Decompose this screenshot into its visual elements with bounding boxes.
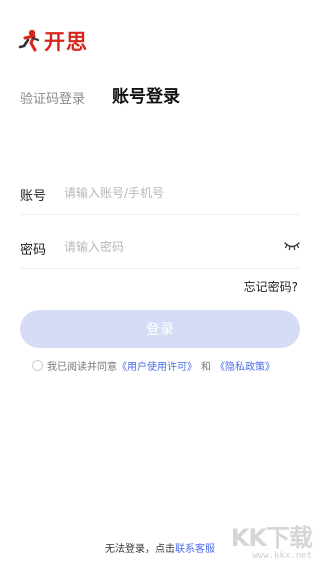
app-logo: 开思	[16, 26, 88, 56]
watermark: KK下载 www.kkx.net	[230, 518, 313, 561]
forgot-password-link[interactable]: 忘记密码?	[244, 278, 298, 295]
account-input[interactable]	[62, 180, 276, 206]
password-input[interactable]	[62, 234, 276, 260]
contact-support-link[interactable]: 联系客服	[175, 544, 215, 555]
user-license-link[interactable]: 《用户使用许可》	[117, 358, 197, 373]
password-row: 密码	[20, 224, 300, 269]
agreement-and: 和	[201, 362, 211, 373]
account-row: 账号	[20, 170, 300, 215]
runner-logo-icon	[18, 29, 40, 52]
brand-name: 开思	[44, 30, 88, 54]
tab-sms-login[interactable]: 验证码登录	[20, 88, 85, 107]
watermark-url: www.kkx.net	[252, 551, 312, 561]
agreement: 我已阅读并同意 《用户使用许可》 和 《隐私政策》	[32, 358, 275, 373]
watermark-title: KK下载	[230, 524, 313, 552]
login-button[interactable]: 登录	[20, 310, 300, 348]
tab-account-login[interactable]: 账号登录	[112, 82, 180, 107]
account-label: 账号	[20, 189, 47, 204]
password-label: 密码	[20, 243, 47, 258]
eye-closed-icon[interactable]	[284, 240, 300, 252]
agreement-prefix: 我已阅读并同意	[47, 362, 117, 373]
login-tabs: 验证码登录 账号登录	[20, 80, 310, 110]
agreement-checkbox[interactable]	[32, 360, 43, 371]
privacy-policy-link[interactable]: 《隐私政策》	[215, 358, 275, 373]
login-button-label: 登录	[146, 322, 174, 338]
footer-text: 无法登录，点击	[105, 544, 175, 555]
